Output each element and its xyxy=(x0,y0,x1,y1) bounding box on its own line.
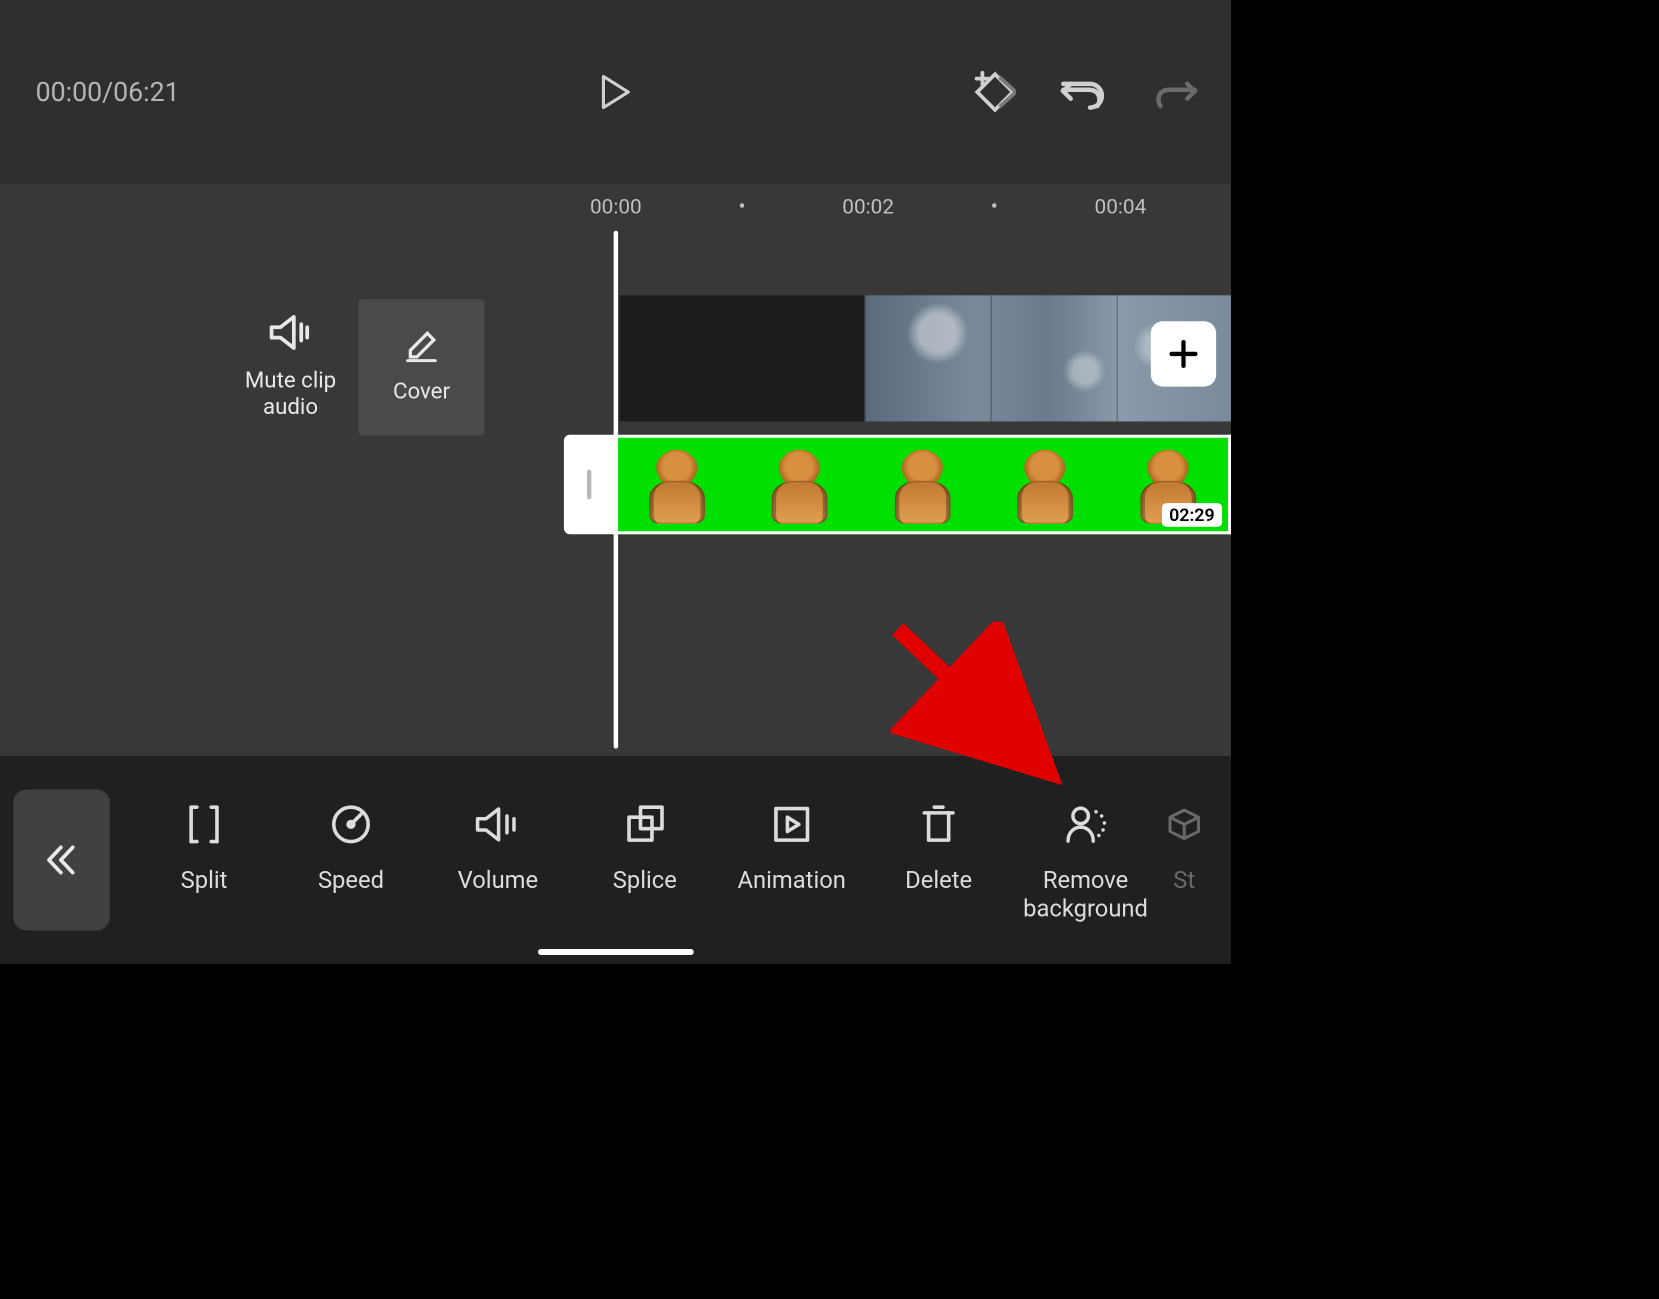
timeline[interactable]: 00:00 00:02 00:04 Mute clip audio xyxy=(0,184,1231,756)
mute-label-line2: audio xyxy=(263,394,318,420)
speed-icon xyxy=(329,803,372,846)
clip-side-options: Mute clip audio Cover xyxy=(223,299,485,436)
editor-screen: 00:00/06:21 xyxy=(0,0,1231,964)
clip-trim-handle-left[interactable] xyxy=(564,435,614,534)
animation-icon xyxy=(770,803,813,846)
ruler-tick-label: 00:02 xyxy=(842,194,894,218)
undo-button[interactable] xyxy=(1057,66,1109,118)
split-icon xyxy=(183,803,226,846)
home-indicator xyxy=(538,949,694,955)
animation-button[interactable]: Animation xyxy=(718,797,865,894)
cover-label: Cover xyxy=(393,378,450,405)
time-readout: 00:00/06:21 xyxy=(36,76,180,107)
clip-thumbnail-tiger xyxy=(1001,444,1087,526)
delete-button[interactable]: Delete xyxy=(865,797,1012,894)
speed-button[interactable]: Speed xyxy=(278,797,425,894)
play-button[interactable] xyxy=(593,70,638,115)
style-button[interactable]: St xyxy=(1159,797,1209,894)
clip-duration-badge: 02:29 xyxy=(1162,503,1222,527)
tool-label: Speed xyxy=(318,866,384,894)
keyframe-add-icon xyxy=(964,70,1016,115)
mute-clip-audio-button[interactable]: Mute clip audio xyxy=(223,299,359,436)
main-clip-blank[interactable] xyxy=(620,295,865,421)
overlay-track[interactable]: 02:29 xyxy=(564,435,1231,534)
back-button[interactable] xyxy=(13,789,109,930)
main-track[interactable] xyxy=(620,295,1231,421)
redo-icon xyxy=(1153,73,1198,110)
playback-bar: 00:00/06:21 xyxy=(0,0,1231,184)
tool-label: Volume xyxy=(458,866,538,894)
redo-button[interactable] xyxy=(1149,66,1201,118)
tool-label: Splice xyxy=(613,866,677,894)
clip-thumbnail-tiger xyxy=(878,444,964,526)
clip-thumbnail-tiger xyxy=(633,444,719,526)
tool-label: Delete xyxy=(905,866,972,894)
play-icon xyxy=(600,75,631,109)
splice-button[interactable]: Splice xyxy=(571,797,718,894)
add-clip-button[interactable] xyxy=(1151,321,1216,386)
overlay-clip-greenscreen[interactable]: 02:29 xyxy=(614,435,1231,534)
tool-label: Animation xyxy=(738,866,846,894)
trash-icon xyxy=(917,803,960,846)
pencil-icon xyxy=(405,329,438,362)
volume-button[interactable]: Volume xyxy=(424,797,571,894)
playhead[interactable] xyxy=(614,231,618,749)
tool-label: St xyxy=(1173,866,1195,894)
time-ruler[interactable]: 00:00 00:02 00:04 xyxy=(0,184,1231,229)
keyframe-button[interactable] xyxy=(964,66,1016,118)
clip-thumbnails xyxy=(614,438,1228,531)
split-button[interactable]: Split xyxy=(131,797,278,894)
chevron-double-left-icon xyxy=(43,841,80,878)
tool-label: Split xyxy=(181,866,228,894)
bottom-toolbar: Split Speed xyxy=(0,756,1231,964)
remove-background-icon xyxy=(1061,803,1110,846)
plus-icon xyxy=(1166,337,1200,371)
remove-background-button[interactable]: Remove background xyxy=(1012,797,1159,922)
volume-icon xyxy=(473,803,522,846)
mute-label-line1: Mute clip xyxy=(245,367,336,393)
cover-button[interactable]: Cover xyxy=(358,299,484,436)
cube-icon xyxy=(1166,806,1202,842)
splice-icon xyxy=(623,803,666,846)
speaker-icon xyxy=(268,314,313,351)
tool-label: Remove background xyxy=(1023,866,1148,923)
undo-icon xyxy=(1060,73,1105,110)
ruler-tick-dot xyxy=(740,203,744,207)
ruler-tick-label: 00:00 xyxy=(590,194,642,218)
ruler-tick-label: 00:04 xyxy=(1095,194,1147,218)
ruler-tick-dot xyxy=(992,203,996,207)
clip-thumbnail-tiger xyxy=(756,444,842,526)
